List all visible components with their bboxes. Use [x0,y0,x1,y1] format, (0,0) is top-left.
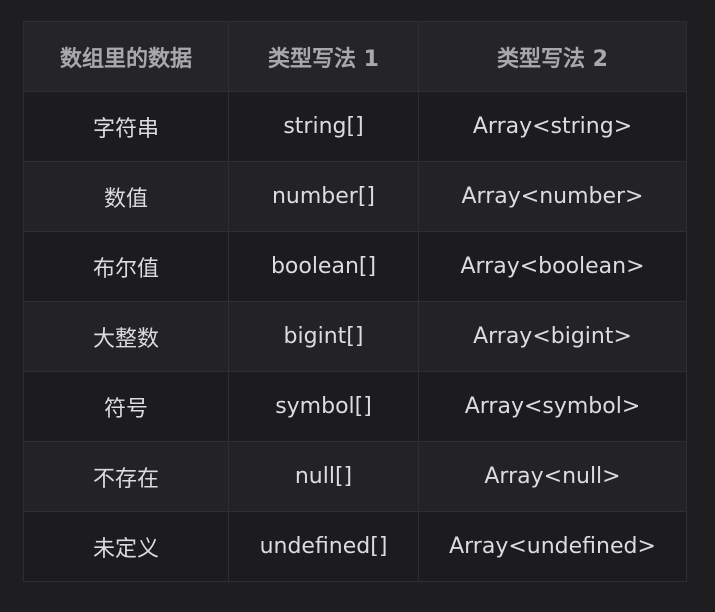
cell-syntax-2: Array<bigint> [418,301,687,372]
cell-syntax-2: Array<undefined> [418,511,687,582]
cell-syntax-1: bigint[] [228,301,419,372]
table-header: 数组里的数据 类型写法 1 类型写法 2 [23,21,687,92]
cell-syntax-2: Array<string> [418,91,687,162]
cell-syntax-1: string[] [228,91,419,162]
cell-syntax-1: boolean[] [228,231,419,302]
cell-syntax-2: Array<boolean> [418,231,687,302]
cell-data-kind: 未定义 [23,511,229,582]
cell-syntax-1: number[] [228,161,419,232]
table-row: 字符串 string[] Array<string> [23,91,687,162]
header-data-in-array: 数组里的数据 [23,21,229,92]
cell-data-kind: 大整数 [23,301,229,372]
array-type-table: 数组里的数据 类型写法 1 类型写法 2 字符串 string[] Array<… [23,21,687,582]
cell-data-kind: 字符串 [23,91,229,162]
cell-syntax-2: Array<symbol> [418,371,687,442]
cell-syntax-2: Array<null> [418,441,687,512]
table-row: 符号 symbol[] Array<symbol> [23,371,687,442]
cell-syntax-1: null[] [228,441,419,512]
table-row: 大整数 bigint[] Array<bigint> [23,301,687,372]
table-row: 未定义 undefined[] Array<undefined> [23,511,687,582]
header-row: 数组里的数据 类型写法 1 类型写法 2 [23,21,687,92]
cell-data-kind: 符号 [23,371,229,442]
cell-syntax-2: Array<number> [418,161,687,232]
table-row: 不存在 null[] Array<null> [23,441,687,512]
cell-data-kind: 布尔值 [23,231,229,302]
header-type-syntax-1: 类型写法 1 [228,21,419,92]
cell-syntax-1: undefined[] [228,511,419,582]
table-body: 字符串 string[] Array<string> 数值 number[] A… [23,91,687,582]
cell-data-kind: 不存在 [23,441,229,512]
type-table-container: 数组里的数据 类型写法 1 类型写法 2 字符串 string[] Array<… [23,21,687,582]
table-row: 布尔值 boolean[] Array<boolean> [23,231,687,302]
table-row: 数值 number[] Array<number> [23,161,687,232]
cell-syntax-1: symbol[] [228,371,419,442]
header-type-syntax-2: 类型写法 2 [418,21,687,92]
cell-data-kind: 数值 [23,161,229,232]
